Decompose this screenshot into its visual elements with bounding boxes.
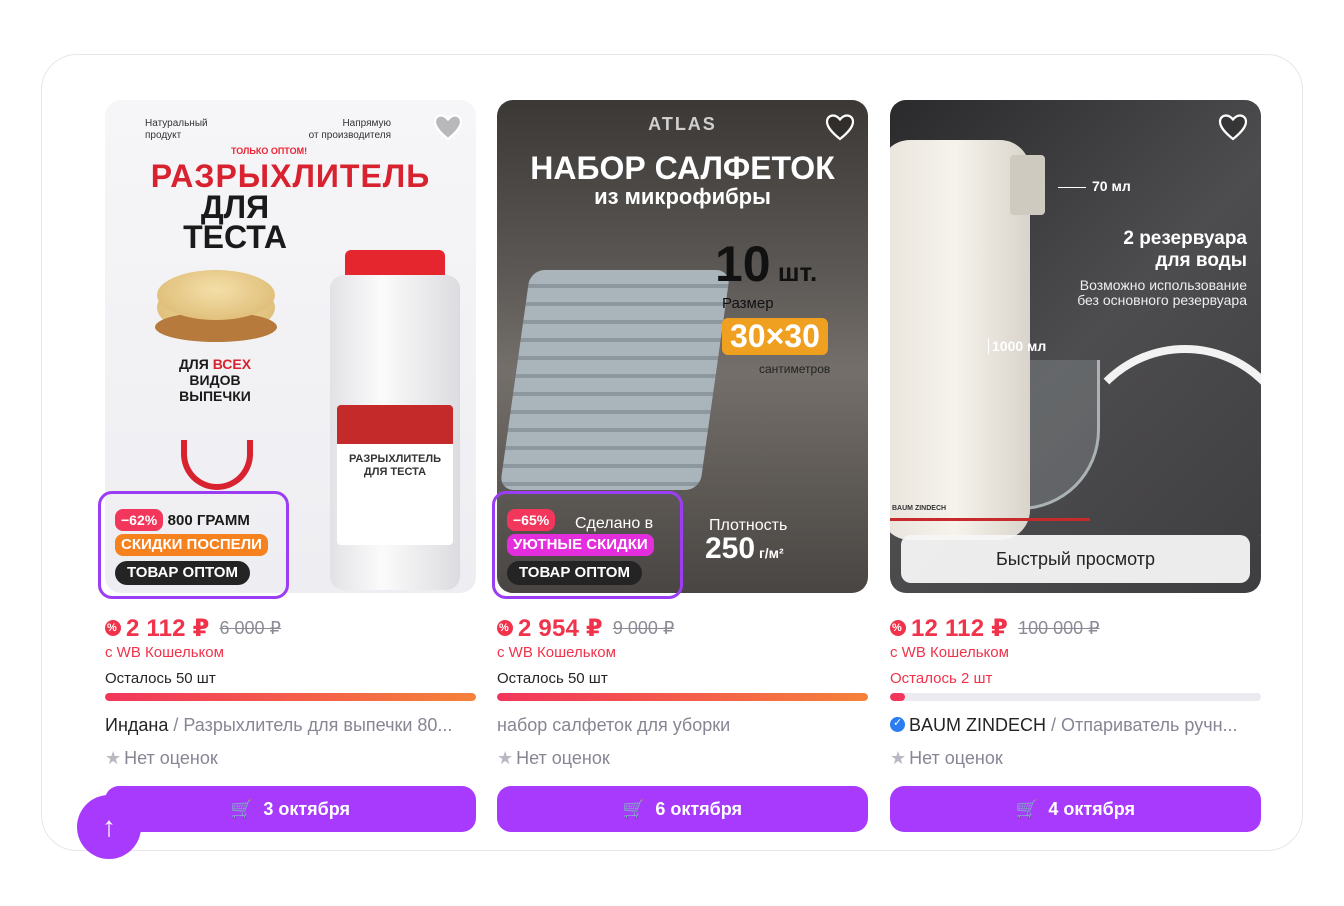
verified-icon: [890, 716, 905, 732]
cart-icon: 🛒: [230, 798, 254, 819]
discount-icon: [497, 620, 513, 636]
product-card[interactable]: BAUM ZINDECH 70 мл 2 резервуара для воды…: [890, 100, 1261, 832]
delivery-date: 6 октября: [655, 798, 743, 819]
device-stripe: [890, 518, 1090, 521]
volume-label: 1000 мл: [988, 338, 1046, 354]
old-price: 100 000 ₽: [1018, 617, 1100, 638]
product-title: / Разрыхлитель для выпечки 80...: [168, 715, 453, 735]
stock-label: Осталось 50 шт: [105, 670, 216, 687]
scale-icon: [181, 440, 253, 490]
image-headline: НАБОР САЛФЕТОК: [530, 150, 835, 186]
stock-bar-fill: [890, 693, 905, 701]
rating: ★ Нет оценок: [497, 748, 610, 768]
cart-icon: 🛒: [622, 798, 646, 819]
brand-name: Индана: [105, 715, 169, 735]
volume-label: 70 мл: [1058, 178, 1131, 194]
brand-logo: ATLAS: [648, 114, 717, 134]
size-label: Размер: [722, 295, 774, 312]
image-subheadline: из микрофибры: [594, 184, 771, 209]
add-to-cart-button[interactable]: 🛒 3 октября: [105, 786, 476, 832]
price: 12 112 ₽: [911, 614, 1009, 642]
image-subtext: ДЛЯ ВСЕХ ВИДОВ ВЫПЕЧКИ: [178, 356, 252, 404]
price: 2 112 ₽: [126, 614, 210, 642]
product-card[interactable]: ATLAS НАБОР САЛФЕТОК из микрофибры 10 шт…: [497, 100, 868, 832]
towel-image: [499, 270, 731, 490]
add-to-cart-button[interactable]: 🛒 4 октября: [890, 786, 1261, 832]
arrow-up-icon: ↑: [102, 811, 116, 842]
device-brand: BAUM ZINDECH: [892, 505, 947, 512]
dough-image: [157, 270, 275, 320]
price-row: 2 954 ₽ 9 000 ₽: [497, 614, 868, 642]
badge-highlight: [492, 491, 683, 599]
image-note: Натуральный продукт: [145, 118, 208, 141]
price-row: 2 112 ₽ 6 000 ₽: [105, 614, 476, 642]
wallet-label: с WB Кошельком: [105, 644, 224, 661]
price-row: 12 112 ₽ 100 000 ₽: [890, 614, 1261, 642]
image-subtext: Возможно использование без основного рез…: [1077, 277, 1247, 308]
stock-label: Осталось 2 шт: [890, 670, 993, 687]
wallet-label: с WB Кошельком: [497, 644, 616, 661]
badge-highlight: [98, 491, 289, 599]
jar-label: РАЗРЫХЛИТЕЛЬ ДЛЯ ТЕСТА: [337, 405, 453, 545]
price: 2 954 ₽: [518, 614, 603, 642]
rating: ★ Нет оценок: [890, 748, 1003, 768]
old-price: 9 000 ₽: [612, 617, 675, 638]
stock-bar: [105, 693, 476, 701]
scroll-up-button[interactable]: ↑: [77, 795, 141, 859]
product-name[interactable]: Индана / Разрыхлитель для выпечки 80...: [105, 715, 476, 736]
rating: ★ Нет оценок: [105, 748, 218, 768]
size-value: 30×30: [722, 318, 828, 355]
star-icon: ★: [105, 748, 122, 768]
delivery-date: 3 октября: [263, 798, 351, 819]
cart-icon: 🛒: [1015, 798, 1039, 819]
image-headline: РАЗРЫХЛИТЕЛЬ: [150, 158, 431, 194]
image-headline: 2 резервуара для воды: [1123, 228, 1247, 271]
add-to-cart-button[interactable]: 🛒 6 октября: [497, 786, 868, 832]
stock-label: Осталось 50 шт: [497, 670, 608, 687]
product-title: набор салфеток для уборки: [497, 715, 731, 735]
image-note: Напрямую от производителя: [308, 118, 391, 141]
heart-icon[interactable]: [432, 112, 464, 142]
delivery-date: 4 октября: [1048, 798, 1136, 819]
density-value: 250 г/м²: [705, 532, 784, 565]
product-image[interactable]: BAUM ZINDECH 70 мл 2 резервуара для воды…: [890, 100, 1261, 593]
discount-icon: [890, 620, 906, 636]
product-name[interactable]: набор салфеток для уборки: [497, 715, 868, 736]
product-card[interactable]: Натуральный продукт Напрямую от производ…: [105, 100, 476, 832]
heart-icon[interactable]: [1217, 112, 1249, 142]
stock-bar: [890, 693, 1261, 701]
wallet-label: с WB Кошельком: [890, 644, 1009, 661]
star-icon: ★: [497, 748, 514, 768]
quick-view-button[interactable]: Быстрый просмотр: [901, 535, 1250, 583]
image-note: ТОЛЬКО ОПТОМ!: [231, 146, 308, 156]
discount-icon: [105, 620, 121, 636]
star-icon: ★: [890, 748, 907, 768]
size-unit: сантиметров: [759, 362, 831, 376]
image-headline: ДЛЯ ТЕСТА: [183, 189, 287, 255]
brand-name: BAUM ZINDECH: [909, 715, 1047, 735]
steamer-nozzle: [1010, 155, 1045, 215]
old-price: 6 000 ₽: [219, 617, 282, 638]
product-name[interactable]: BAUM ZINDECH / Отпариватель ручн...: [890, 715, 1261, 736]
stock-bar-fill: [105, 693, 476, 701]
stock-bar-fill: [497, 693, 868, 701]
count-label: 10 шт.: [715, 236, 818, 292]
stock-bar: [497, 693, 868, 701]
product-title: / Отпариватель ручн...: [1046, 715, 1238, 735]
heart-icon[interactable]: [824, 112, 856, 142]
